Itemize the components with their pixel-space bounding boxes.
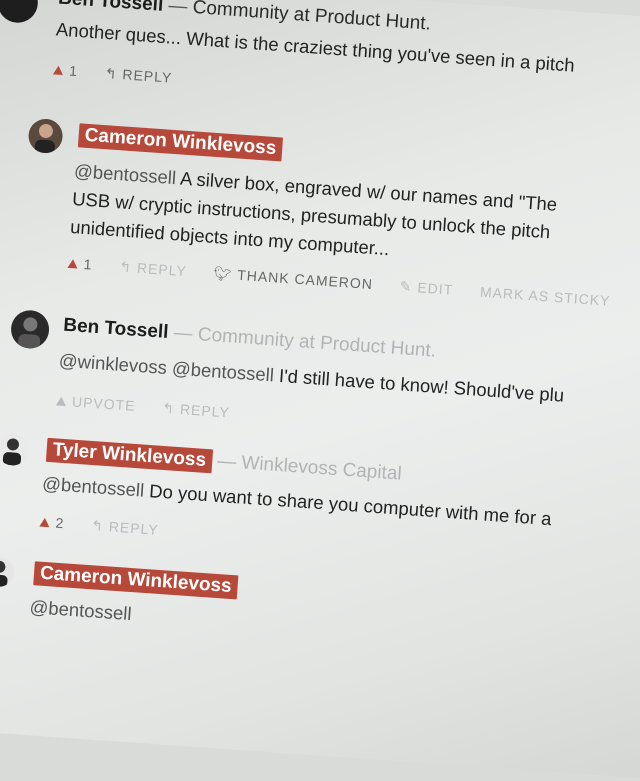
body-text: Do you want to share you computer with m… [143,479,553,530]
edit-button[interactable]: ✎ EDIT [399,278,454,298]
avatar[interactable] [9,309,51,350]
avatar[interactable] [0,0,40,25]
upvote-button[interactable]: 1 [52,61,79,80]
pencil-icon: ✎ [399,278,414,295]
author-name[interactable]: Ben Tossell [63,315,169,343]
comment-body: @bentossell [29,593,133,628]
person-icon [18,317,41,349]
comment-body: @bentossell A silver box, engraved w/ ou… [69,157,558,275]
reply-label: REPLY [136,259,188,280]
author-org: Winklevoss Capital [240,452,403,485]
comment-actions: 1 ↰ REPLY [52,61,195,88]
author-name-tag[interactable]: Cameron Winklevoss [77,123,284,162]
upvote-button[interactable]: 1 [67,255,93,273]
twitter-icon: 🐦︎ [213,265,233,283]
thank-label: THANK CAMERON [236,266,374,293]
upvote-icon [52,65,64,76]
separator: — [162,0,194,18]
reply-icon: ↰ [90,517,105,534]
reply-button[interactable]: ↰ REPLY [104,65,173,86]
mention-link[interactable]: @bentossell [42,473,145,501]
mention-link[interactable]: @bentossell [74,160,177,188]
mention-link[interactable]: @winklevoss [58,349,167,377]
upvote-icon [67,258,79,269]
person-icon [0,560,8,588]
avatar[interactable] [0,555,16,588]
reply-button[interactable]: ↰ REPLY [119,258,188,279]
reply-icon: ↰ [104,64,119,82]
reply-label: REPLY [108,518,160,538]
upvote-label: UPVOTE [71,393,137,414]
avatar[interactable] [27,117,64,155]
author-name[interactable]: Ben Tossell [58,0,164,16]
upvote-icon [55,396,67,407]
comment-actions: 2 ↰ REPLY [39,514,181,541]
comment-actions: UPVOTE ↰ REPLY [55,392,253,423]
person-icon [34,123,55,155]
separator: — [211,450,243,474]
reply-label: REPLY [121,66,173,86]
mark-sticky-button[interactable]: MARK AS STICKY [480,284,612,309]
upvote-count: 1 [83,255,94,273]
author-org: Community at Product Hunt. [197,324,437,362]
avatar[interactable] [0,432,30,467]
mention-link[interactable]: @bentossell [29,596,132,624]
body-text: I'd still have to know! Should've plu [273,364,565,406]
comment-header: Cameron Winklevoss [77,123,284,162]
upvote-button[interactable]: 2 [39,514,65,532]
reply-button[interactable]: ↰ REPLY [91,517,160,538]
edit-label: EDIT [416,279,454,298]
reply-label: REPLY [179,401,231,421]
reply-icon: ↰ [161,399,176,417]
comment-header: Cameron Winklevoss [33,561,239,600]
upvote-count: 2 [55,514,65,532]
upvote-icon [39,517,50,528]
separator: — [167,322,199,346]
author-name-tag[interactable]: Tyler Winklevoss [45,437,213,474]
comment-thread: Ben Tossell — Community at Product Hunt.… [0,0,640,781]
reply-icon: ↰ [118,258,133,276]
author-name-tag[interactable]: Cameron Winklevoss [33,561,239,600]
upvote-count: 1 [68,62,79,80]
reply-button[interactable]: ↰ REPLY [162,400,231,421]
person-icon [2,438,22,466]
upvote-button[interactable]: UPVOTE [55,392,137,414]
thank-button[interactable]: 🐦︎ THANK CAMERON [213,265,373,292]
mention-link[interactable]: @bentossell [166,357,274,385]
